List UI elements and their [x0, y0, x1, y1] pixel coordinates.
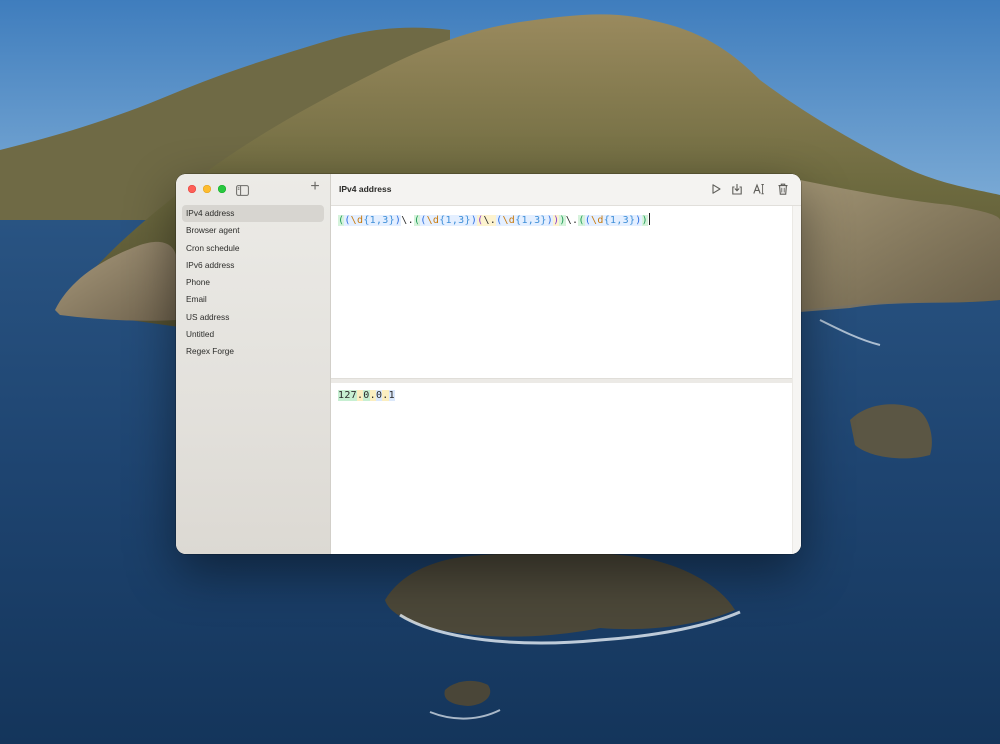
- regex-token: \d: [350, 215, 364, 226]
- sidebar-item-ipv6-address[interactable]: IPv6 address: [182, 257, 324, 274]
- regex-token: {1,3}: [439, 215, 471, 226]
- document-list: IPv4 address Browser agent Cron schedule…: [182, 205, 324, 361]
- sidebar-item-browser-agent[interactable]: Browser agent: [182, 222, 324, 239]
- add-document-button[interactable]: +: [308, 179, 322, 195]
- play-icon[interactable]: [709, 182, 723, 196]
- regex-token: ): [641, 215, 648, 226]
- regex-token: \.: [483, 215, 497, 226]
- regex-token: (: [420, 215, 427, 226]
- traffic-lights: [188, 185, 226, 193]
- match-segment: 127: [338, 390, 357, 401]
- test-input-editor[interactable]: 127.0.0.1: [331, 383, 793, 554]
- regex-editor[interactable]: ((\d{1,3})\.((\d{1,3})(\.(\d{1,3})))\.((…: [331, 206, 793, 378]
- regex-token: (: [578, 215, 585, 226]
- sidebar-item-phone[interactable]: Phone: [182, 274, 324, 291]
- match-segment: .: [382, 390, 389, 401]
- sidebar-item-us-address[interactable]: US address: [182, 309, 324, 326]
- main-content: IPv4 address ((\d{1,3})\.((\d{1,3})(\.(\…: [331, 174, 801, 554]
- text-caret: [648, 213, 650, 225]
- regex-token: \d: [502, 215, 516, 226]
- minimize-button[interactable]: [203, 185, 211, 193]
- export-icon[interactable]: [730, 182, 744, 196]
- close-button[interactable]: [188, 185, 196, 193]
- regex-pattern[interactable]: ((\d{1,3})\.((\d{1,3})(\.(\d{1,3})))\.((…: [338, 213, 650, 226]
- trash-icon[interactable]: [776, 182, 790, 196]
- regex-token: {1,3}: [515, 215, 547, 226]
- match-segment: 1: [388, 390, 395, 401]
- toolbar: IPv4 address: [331, 174, 801, 206]
- regex-token: \.: [401, 215, 414, 226]
- regex-token: \d: [426, 215, 440, 226]
- match-segment: 0: [363, 390, 370, 401]
- sidebar: + IPv4 address Browser agent Cron schedu…: [176, 174, 331, 554]
- zoom-button[interactable]: [218, 185, 226, 193]
- regex-token: (: [344, 215, 351, 226]
- regex-token: ): [635, 215, 642, 226]
- sidebar-item-untitled[interactable]: Untitled: [182, 326, 324, 343]
- regex-token: \d: [591, 215, 604, 226]
- sidebar-item-email[interactable]: Email: [182, 291, 324, 308]
- app-window: + IPv4 address Browser agent Cron schedu…: [176, 174, 801, 554]
- sidebar-toggle-icon[interactable]: [236, 183, 249, 196]
- document-title: IPv4 address: [339, 184, 392, 194]
- sidebar-item-ipv4-address[interactable]: IPv4 address: [182, 205, 324, 222]
- regex-token: \.: [565, 215, 579, 226]
- sidebar-item-regex-forge[interactable]: Regex Forge: [182, 343, 324, 360]
- text-format-icon[interactable]: [752, 182, 766, 196]
- test-string[interactable]: 127.0.0.1: [338, 390, 395, 401]
- scrollbar[interactable]: [792, 206, 801, 554]
- sidebar-item-cron-schedule[interactable]: Cron schedule: [182, 240, 324, 257]
- regex-token: {1,3}: [603, 215, 636, 226]
- match-segment: .: [369, 390, 376, 401]
- regex-token: {1,3}: [363, 215, 395, 226]
